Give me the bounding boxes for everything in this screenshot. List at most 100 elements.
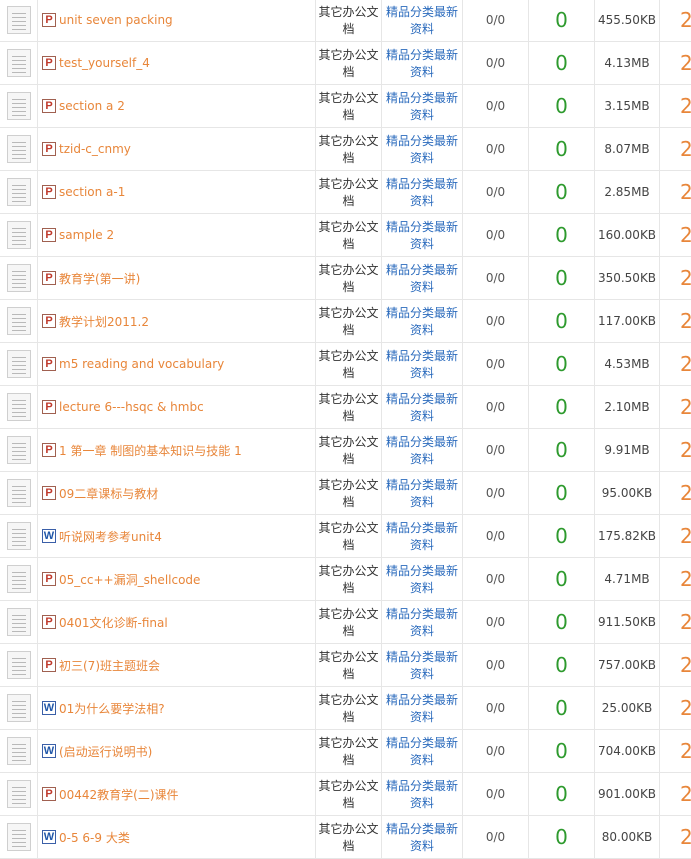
file-name-link[interactable]: section a-1: [59, 185, 125, 199]
file-name-link[interactable]: m5 reading and vocabulary: [59, 357, 224, 371]
category-label: 其它办公文档: [316, 687, 382, 729]
subcategory-link[interactable]: 精品分类最新资料: [382, 257, 463, 299]
file-row: P 00442教育学(二)课件 其它办公文档 精品分类最新资料 0/0 0 90…: [0, 773, 691, 816]
file-row: P 1 第一章 制图的基本知识与技能 1 其它办公文档 精品分类最新资料 0/0…: [0, 429, 691, 472]
subcategory-link[interactable]: 精品分类最新资料: [382, 300, 463, 342]
file-name-cell: P unit seven packing: [38, 0, 316, 41]
document-thumbnail-icon[interactable]: [6, 737, 31, 765]
truncated-column-value: 2: [680, 352, 691, 376]
file-row: W (启动运行说明书) 其它办公文档 精品分类最新资料 0/0 0 704.00…: [0, 730, 691, 773]
document-thumbnail-icon[interactable]: [6, 436, 31, 464]
subcategory-link[interactable]: 精品分类最新资料: [382, 558, 463, 600]
category-label: 其它办公文档: [316, 214, 382, 256]
download-count: 0: [529, 558, 595, 600]
thumbnail-cell: [0, 816, 38, 858]
subcategory-link[interactable]: 精品分类最新资料: [382, 773, 463, 815]
document-thumbnail-icon[interactable]: [6, 479, 31, 507]
powerpoint-file-icon: P: [42, 572, 56, 586]
subcategory-link[interactable]: 精品分类最新资料: [382, 730, 463, 772]
file-row: P 教育学(第一讲) 其它办公文档 精品分类最新资料 0/0 0 350.50K…: [0, 257, 691, 300]
file-name-link[interactable]: unit seven packing: [59, 13, 173, 27]
subcategory-link[interactable]: 精品分类最新资料: [382, 429, 463, 471]
file-size: 4.71MB: [595, 558, 660, 600]
file-name-link[interactable]: 听说网考参考unit4: [59, 528, 162, 545]
powerpoint-file-icon: P: [42, 314, 56, 328]
truncated-column-value: 2: [680, 137, 691, 161]
category-label: 其它办公文档: [316, 386, 382, 428]
document-thumbnail-icon[interactable]: [6, 522, 31, 550]
file-size: 80.00KB: [595, 816, 660, 858]
document-thumbnail-icon[interactable]: [6, 823, 31, 851]
file-name-link[interactable]: 00442教育学(二)课件: [59, 786, 179, 803]
thumbnail-cell: [0, 472, 38, 514]
file-name-cell: W 听说网考参考unit4: [38, 515, 316, 557]
download-count: 0: [529, 343, 595, 385]
file-name-link[interactable]: sample 2: [59, 228, 114, 242]
file-name-link[interactable]: lecture 6---hsqc & hmbc: [59, 400, 204, 414]
thumbnail-cell: [0, 128, 38, 170]
file-name-link[interactable]: test_yourself_4: [59, 56, 150, 70]
subcategory-link[interactable]: 精品分类最新资料: [382, 816, 463, 858]
file-row: W 听说网考参考unit4 其它办公文档 精品分类最新资料 0/0 0 175.…: [0, 515, 691, 558]
document-thumbnail-icon[interactable]: [6, 6, 31, 34]
subcategory-link[interactable]: 精品分类最新资料: [382, 687, 463, 729]
file-name-link[interactable]: 1 第一章 制图的基本知识与技能 1: [59, 442, 242, 459]
document-thumbnail-icon[interactable]: [6, 350, 31, 378]
subcategory-link[interactable]: 精品分类最新资料: [382, 214, 463, 256]
thumbnail-cell: [0, 85, 38, 127]
document-thumbnail-icon[interactable]: [6, 608, 31, 636]
truncated-column-value: 2: [680, 567, 691, 591]
truncated-column-value: 2: [680, 309, 691, 333]
subcategory-link[interactable]: 精品分类最新资料: [382, 343, 463, 385]
subcategory-link[interactable]: 精品分类最新资料: [382, 128, 463, 170]
category-label: 其它办公文档: [316, 0, 382, 41]
file-name-link[interactable]: 教学计划2011.2: [59, 313, 149, 330]
subcategory-link[interactable]: 精品分类最新资料: [382, 386, 463, 428]
document-thumbnail-icon[interactable]: [6, 307, 31, 335]
powerpoint-file-icon: P: [42, 400, 56, 414]
file-name-link[interactable]: 09二章课标与教材: [59, 485, 158, 502]
file-name-cell: P 0401文化诊断-final: [38, 601, 316, 643]
powerpoint-file-icon: P: [42, 658, 56, 672]
file-name-link[interactable]: 教育学(第一讲): [59, 270, 140, 287]
file-name-link[interactable]: 05_cc++漏洞_shellcode: [59, 571, 200, 588]
file-name-link[interactable]: section a 2: [59, 99, 125, 113]
subcategory-link[interactable]: 精品分类最新资料: [382, 171, 463, 213]
file-name-link[interactable]: 0-5 6-9 大类: [59, 829, 130, 846]
subcategory-link[interactable]: 精品分类最新资料: [382, 472, 463, 514]
document-thumbnail-icon[interactable]: [6, 49, 31, 77]
file-name-link[interactable]: 初三(7)班主题班会: [59, 657, 160, 674]
thumbnail-cell: [0, 515, 38, 557]
file-name-cell: P 1 第一章 制图的基本知识与技能 1: [38, 429, 316, 471]
subcategory-link[interactable]: 精品分类最新资料: [382, 85, 463, 127]
file-name-cell: W 0-5 6-9 大类: [38, 816, 316, 858]
file-name-link[interactable]: 0401文化诊断-final: [59, 614, 168, 631]
document-thumbnail-icon[interactable]: [6, 651, 31, 679]
subcategory-link[interactable]: 精品分类最新资料: [382, 0, 463, 41]
subcategory-link[interactable]: 精品分类最新资料: [382, 515, 463, 557]
document-thumbnail-icon[interactable]: [6, 135, 31, 163]
truncated-column-value: 2: [680, 8, 691, 32]
document-thumbnail-icon[interactable]: [6, 780, 31, 808]
document-thumbnail-icon[interactable]: [6, 178, 31, 206]
file-name-link[interactable]: (启动运行说明书): [59, 743, 152, 760]
document-thumbnail-icon[interactable]: [6, 393, 31, 421]
document-thumbnail-icon[interactable]: [6, 92, 31, 120]
file-name-link[interactable]: tzid-c_cnmy: [59, 142, 131, 156]
subcategory-link[interactable]: 精品分类最新资料: [382, 601, 463, 643]
file-row: P 初三(7)班主题班会 其它办公文档 精品分类最新资料 0/0 0 757.0…: [0, 644, 691, 687]
truncated-column-value: 2: [680, 481, 691, 505]
document-thumbnail-icon[interactable]: [6, 694, 31, 722]
document-thumbnail-icon[interactable]: [6, 565, 31, 593]
file-size: 901.00KB: [595, 773, 660, 815]
subcategory-link[interactable]: 精品分类最新资料: [382, 644, 463, 686]
category-label: 其它办公文档: [316, 601, 382, 643]
file-size: 160.00KB: [595, 214, 660, 256]
category-label: 其它办公文档: [316, 515, 382, 557]
subcategory-link[interactable]: 精品分类最新资料: [382, 42, 463, 84]
document-thumbnail-icon[interactable]: [6, 221, 31, 249]
file-name-link[interactable]: 01为什么要学法相?: [59, 700, 165, 717]
rating-ratio: 0/0: [463, 601, 529, 643]
document-thumbnail-icon[interactable]: [6, 264, 31, 292]
word-file-icon: W: [42, 744, 56, 758]
